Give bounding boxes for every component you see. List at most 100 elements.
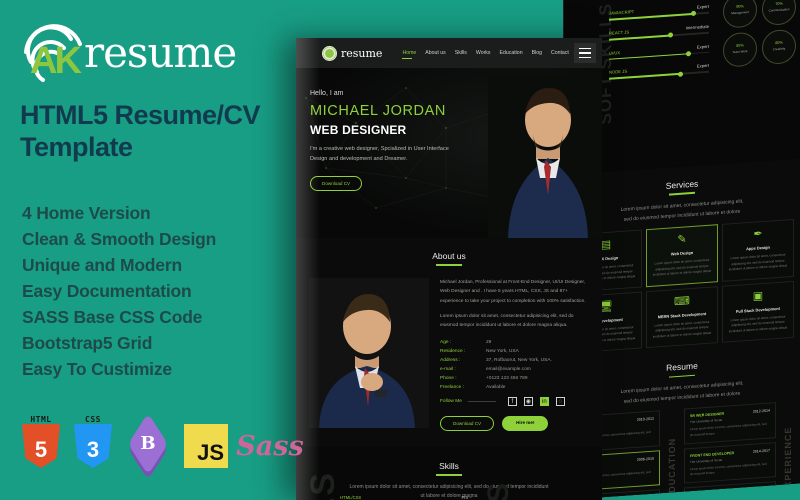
- skill-name: HTML/CSS: [340, 494, 362, 500]
- hamburger-menu-icon[interactable]: [574, 43, 596, 63]
- nav-item-contact[interactable]: Contact: [551, 50, 569, 56]
- skill-level: Expert: [696, 63, 709, 70]
- instagram-icon[interactable]: ◉: [523, 396, 533, 406]
- nav-item-blog[interactable]: Blog: [532, 50, 542, 56]
- progress-circle: 85% Team Work: [723, 31, 757, 68]
- main-nav: Home About us Skills Works Education Blo…: [402, 50, 569, 59]
- skill-level: Intermediate: [685, 23, 709, 31]
- hero-portrait-photo: [488, 74, 602, 238]
- promo-panel: AK resume HTML5 Resume/CV Template 4 Hom…: [0, 0, 304, 500]
- template-preview-primary[interactable]: resume Home About us Skills Works Educat…: [296, 38, 602, 500]
- feature-item: 4 Home Version: [22, 203, 151, 223]
- divider: [467, 400, 496, 402]
- resume-desc: Lorem ipsum dolor sit amet, consectetur …: [690, 422, 767, 437]
- resume-card[interactable]: SR WEB DESIGNER 2012-2014 The University…: [684, 402, 776, 445]
- resume-card[interactable]: FULL STACK DEVELOPER 2010-2000 The Unive…: [684, 481, 776, 500]
- info-row-email: e-mail : email@example.com: [440, 367, 589, 372]
- info-row-age: Age : 29: [440, 340, 589, 345]
- code-icon: ⌨: [674, 294, 690, 308]
- progress-label: Creativity: [772, 46, 786, 52]
- resume-date: 2006-2010: [636, 456, 654, 462]
- skill-name: JAVASCRIPT: [609, 9, 635, 16]
- feature-item: Clean & Smooth Design: [22, 229, 217, 250]
- resume-role: FULL STACK DEVELOPER: [690, 490, 736, 498]
- service-card[interactable]: ▣ Full Stack Development Lorem ipsum dol…: [722, 280, 794, 344]
- info-value: 37, Rofbaorut, New York, USA.: [486, 357, 552, 363]
- css3-badge: CSS 3: [74, 415, 112, 468]
- info-row-address: Address : 37, Rofbaorut, New York, USA.: [440, 358, 589, 363]
- resume-org: The University of Texas: [690, 494, 770, 500]
- follow-me-label: Follow Me: [440, 398, 462, 404]
- info-key: Age :: [440, 339, 452, 345]
- bootstrap-badge: B: [126, 413, 170, 480]
- progress-label: Management: [731, 10, 749, 16]
- brush-icon: ✒: [753, 228, 763, 241]
- css3-badge-tag: CSS: [85, 415, 101, 424]
- about-actions: Download CV Hire me!: [440, 415, 589, 431]
- progress-circle: 70% Communication: [762, 0, 796, 27]
- about-hire-me-button[interactable]: Hire me!: [502, 415, 549, 431]
- service-desc: Lorem ipsum dolor sit amet, consectetur …: [652, 257, 712, 277]
- hero-name: MICHAEL JORDAN: [310, 103, 446, 119]
- hero-description: I'm a creative web designer, Spcialized …: [310, 146, 449, 162]
- promo-title: HTML5 Resume/CV Template: [20, 100, 261, 162]
- github-icon[interactable]: ◌: [555, 396, 565, 406]
- info-row-phone: Phone : +0123 123 456 789: [440, 376, 589, 381]
- hero-section: Hello, I am MICHAEL JORDAN WEB DESIGNER …: [296, 68, 602, 238]
- nav-item-home[interactable]: Home: [402, 50, 416, 59]
- service-card[interactable]: ✎ Web Design Lorem ipsum dolor sit amet,…: [646, 224, 718, 287]
- progress-label: Team Work: [732, 49, 748, 55]
- service-name: Web Design: [670, 249, 694, 257]
- about-info-table: Age : 29 Residence : New York, USA Address…: [440, 340, 589, 390]
- skills-ghost-label-secondary: SKILLS: [482, 481, 516, 500]
- hero-download-cv-button[interactable]: Download CV: [310, 175, 363, 191]
- nav-item-about-us[interactable]: About us: [425, 50, 445, 56]
- info-key: Residence :: [440, 348, 466, 354]
- skills-section: SKILLS SKILLS Skills Lorem ipsum dolor s…: [296, 446, 602, 500]
- skill-name: UI/UX: [609, 49, 621, 56]
- progress-circle: 90% Management: [723, 0, 757, 29]
- service-desc: Lorem ipsum dolor sit amet, consectetur …: [728, 252, 788, 272]
- html5-badge-label: 5: [34, 437, 48, 462]
- resume-card[interactable]: FRONT END DEVELOPER 2014-2017 The Univer…: [684, 441, 776, 484]
- info-key: Freelance :: [440, 384, 464, 390]
- site-logo[interactable]: resume: [322, 45, 383, 61]
- service-name: Apps Design: [746, 244, 770, 252]
- resume-date: 2004-2006: [636, 495, 654, 500]
- feature-item: Unique and Modern: [22, 255, 182, 276]
- resume-desc: Lorem ipsum dolor sit amet, consectetur …: [690, 461, 767, 477]
- skill-name: NODE JS: [609, 68, 628, 76]
- resume-date: 2012-2014: [752, 408, 770, 415]
- terminal-icon: ▣: [752, 289, 764, 303]
- feature-item: Easy Documentation: [22, 281, 192, 302]
- resume-date: 2010-2012: [636, 417, 654, 423]
- service-name: MERN Stack Development: [657, 310, 707, 320]
- linkedin-icon[interactable]: in: [539, 396, 549, 406]
- javascript-badge-label: JS: [197, 440, 224, 465]
- service-card[interactable]: ⌨ MERN Stack Development Lorem ipsum dol…: [646, 285, 718, 349]
- about-paragraph-1: Michael Jordan, Professional at Front-En…: [440, 280, 586, 304]
- facebook-icon[interactable]: f: [507, 396, 517, 406]
- education-vertical-label: EDUCATION: [667, 437, 677, 500]
- skills-title: Skills: [296, 461, 602, 476]
- skill-level: Expert: [696, 43, 709, 50]
- info-value: Available: [486, 384, 506, 390]
- brand-monogram: AK: [30, 40, 82, 82]
- nav-item-skills[interactable]: Skills: [455, 50, 467, 56]
- nav-item-education[interactable]: Education: [500, 50, 523, 56]
- info-value: New York, USA: [486, 348, 519, 354]
- skill-bar: UI/UX Expert: [609, 43, 709, 61]
- feature-item: Bootstrap5 Grid: [22, 333, 153, 354]
- nav-item-works[interactable]: Works: [476, 50, 491, 56]
- feature-item: SASS Base CSS Code: [22, 307, 203, 328]
- css3-badge-label: 3: [86, 437, 100, 462]
- about-download-cv-button[interactable]: Download CV: [440, 415, 495, 431]
- site-logo-text: resume: [341, 46, 383, 60]
- pencil-square-icon: ✎: [677, 233, 687, 247]
- resume-date: 2010-2000: [752, 487, 770, 493]
- hero-role: WEB DESIGNER: [310, 123, 407, 137]
- progress-label: Communication: [768, 7, 790, 13]
- service-card[interactable]: ✒ Apps Design Lorem ipsum dolor sit amet…: [722, 218, 794, 282]
- javascript-badge: JS: [184, 424, 228, 468]
- skill-fill: [609, 34, 671, 41]
